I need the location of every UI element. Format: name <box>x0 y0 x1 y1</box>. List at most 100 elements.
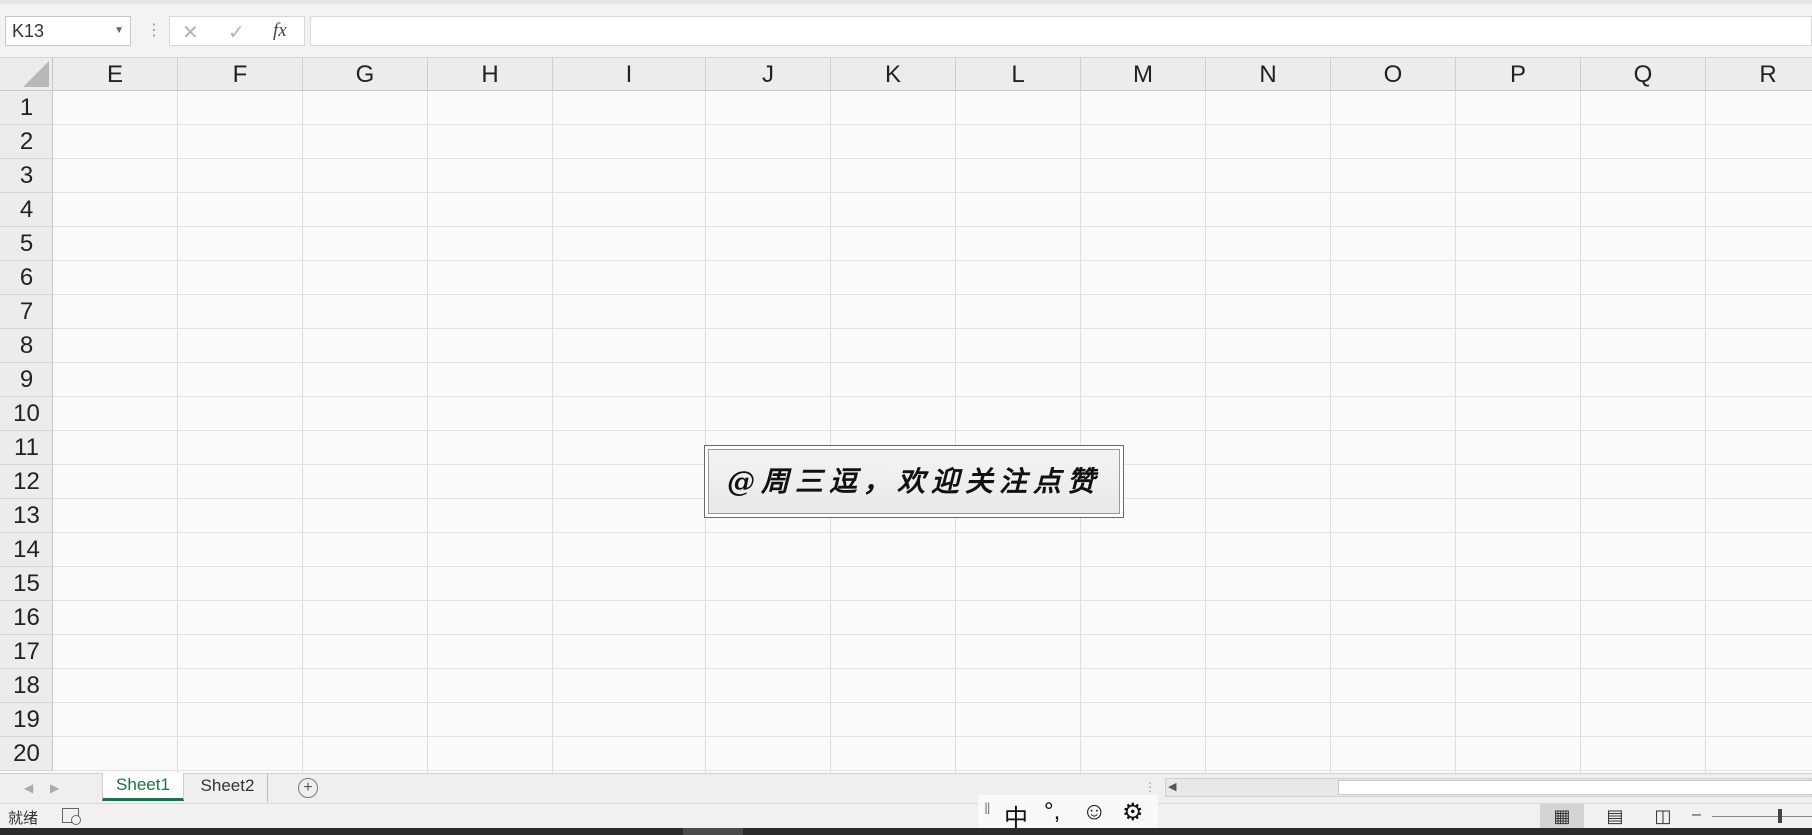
name-box[interactable]: K13 ▼ <box>5 16 131 46</box>
row-header-2[interactable]: 2 <box>0 125 53 159</box>
grid-column-line <box>1580 91 1581 773</box>
grid-column-line <box>830 91 831 773</box>
cell-area[interactable] <box>53 91 1812 773</box>
zoom-slider-thumb[interactable] <box>1778 809 1782 823</box>
formula-buttons: ✕ ✓ fx <box>169 16 305 46</box>
grid-row-line <box>53 736 1812 737</box>
column-header-m[interactable]: M <box>1081 58 1206 91</box>
banner-image[interactable]: @周三逗，欢迎关注点赞 <box>704 445 1124 518</box>
zoom-slider[interactable] <box>1712 816 1812 817</box>
row-header-16[interactable]: 16 <box>0 601 53 635</box>
row-header-15[interactable]: 15 <box>0 567 53 601</box>
ribbon-edge <box>0 0 1812 4</box>
tab-sheet2[interactable]: Sheet2 <box>188 774 268 802</box>
scroll-left-icon[interactable]: ◀ <box>1168 780 1176 793</box>
column-header-k[interactable]: K <box>831 58 956 91</box>
column-header-l[interactable]: L <box>956 58 1081 91</box>
row-header-9[interactable]: 9 <box>0 363 53 397</box>
grid-column-line <box>427 91 428 773</box>
select-all-button[interactable] <box>0 58 53 91</box>
grid-column-line <box>1705 91 1706 773</box>
ime-punctuation[interactable]: °, <box>1044 798 1060 826</box>
row-header-18[interactable]: 18 <box>0 669 53 703</box>
column-header-f[interactable]: F <box>178 58 303 91</box>
column-header-h[interactable]: H <box>428 58 553 91</box>
status-ready: 就绪 <box>8 810 39 827</box>
row-header-5[interactable]: 5 <box>0 227 53 261</box>
column-header-j[interactable]: J <box>706 58 831 91</box>
normal-view-icon[interactable]: ▦ <box>1540 804 1584 829</box>
column-header-n[interactable]: N <box>1206 58 1331 91</box>
drag-handle-icon[interactable]: ⋮ <box>146 20 162 40</box>
check-icon[interactable]: ✓ <box>228 20 245 45</box>
grid-row-line <box>53 260 1812 261</box>
row-header-3[interactable]: 3 <box>0 159 53 193</box>
column-header-i[interactable]: I <box>553 58 706 91</box>
row-header-19[interactable]: 19 <box>0 703 53 737</box>
grid-row-line <box>53 192 1812 193</box>
add-sheet-icon[interactable]: + <box>298 778 318 798</box>
grid-column-line <box>1080 91 1081 773</box>
column-header-o[interactable]: O <box>1331 58 1456 91</box>
grid-row-line <box>53 396 1812 397</box>
row-header-11[interactable]: 11 <box>0 431 53 465</box>
taskbar-active-item[interactable] <box>683 828 743 835</box>
column-header-q[interactable]: Q <box>1581 58 1706 91</box>
row-header-14[interactable]: 14 <box>0 533 53 567</box>
tab-sheet1[interactable]: Sheet1 <box>102 773 184 801</box>
horizontal-scrollbar[interactable]: ◀ <box>1165 778 1812 797</box>
zoom-out-icon[interactable]: – <box>1692 806 1701 824</box>
grid-row-line <box>53 158 1812 159</box>
row-header-1[interactable]: 1 <box>0 91 53 125</box>
grid-row-line <box>53 770 1812 771</box>
column-header-e[interactable]: E <box>53 58 178 91</box>
row-header-13[interactable]: 13 <box>0 499 53 533</box>
gear-icon[interactable]: ⚙ <box>1122 798 1144 827</box>
chevron-down-icon[interactable]: ▼ <box>114 17 124 45</box>
row-header-8[interactable]: 8 <box>0 329 53 363</box>
grid-row-line <box>53 226 1812 227</box>
insert-function-icon[interactable]: fx <box>273 20 287 42</box>
tab-split-handle[interactable]: ⋮ <box>1144 780 1156 794</box>
grid-row-line <box>53 566 1812 567</box>
scrollbar-thumb[interactable] <box>1338 780 1812 795</box>
grid-column-line <box>955 91 956 773</box>
page-layout-view-icon[interactable]: ▤ <box>1600 804 1630 829</box>
grid-row-line <box>53 430 1812 431</box>
row-header-7[interactable]: 7 <box>0 295 53 329</box>
column-header-g[interactable]: G <box>303 58 428 91</box>
row-header: 1 2 3 4 5 6 7 8 9 10 11 12 13 14 15 16 17 18 19 20 <box>0 91 53 771</box>
emoji-icon[interactable]: ☺ <box>1082 798 1107 826</box>
cancel-icon[interactable]: ✕ <box>182 20 199 45</box>
grid-column-line <box>705 91 706 773</box>
column-header: EFGHIJKLMNOPQR <box>53 58 1812 91</box>
grid-column-line <box>1205 91 1206 773</box>
row-header-17[interactable]: 17 <box>0 635 53 669</box>
sheet-tabs-bar: ◀ ▶ Sheet1 Sheet2 + ⋮ ◀ <box>0 773 1812 803</box>
page-break-view-icon[interactable]: ◫ <box>1648 804 1678 829</box>
macro-record-icon[interactable] <box>62 808 81 825</box>
column-header-r[interactable]: R <box>1706 58 1812 91</box>
ime-grip-icon[interactable]: ‖ <box>984 801 991 819</box>
column-header-p[interactable]: P <box>1456 58 1581 91</box>
row-header-20[interactable]: 20 <box>0 737 53 771</box>
grid-column-line <box>302 91 303 773</box>
grid-column-line <box>552 91 553 773</box>
grid-row-line <box>53 702 1812 703</box>
grid-row-line <box>53 634 1812 635</box>
worksheet-grid: EFGHIJKLMNOPQR 1 2 3 4 5 6 7 8 9 10 11 12 13 14 15 16 17… <box>0 58 1812 773</box>
scroll-tabs-left-icon[interactable]: ◀ <box>24 781 33 795</box>
row-header-12[interactable]: 12 <box>0 465 53 499</box>
grid-column-line <box>1330 91 1331 773</box>
grid-row-line <box>53 532 1812 533</box>
row-header-4[interactable]: 4 <box>0 193 53 227</box>
row-header-10[interactable]: 10 <box>0 397 53 431</box>
scroll-tabs-right-icon[interactable]: ▶ <box>50 781 59 795</box>
status-bar: 就绪 ‖ 中 °, ☺ ⚙ ▦ ▤ ◫ – <box>0 795 1812 832</box>
name-box-value: K13 <box>12 21 45 41</box>
taskbar <box>0 828 1812 835</box>
ime-toolbar: ‖ 中 °, ☺ ⚙ <box>978 795 1158 832</box>
grid-column-line <box>1455 91 1456 773</box>
formula-input[interactable] <box>310 16 1812 46</box>
row-header-6[interactable]: 6 <box>0 261 53 295</box>
